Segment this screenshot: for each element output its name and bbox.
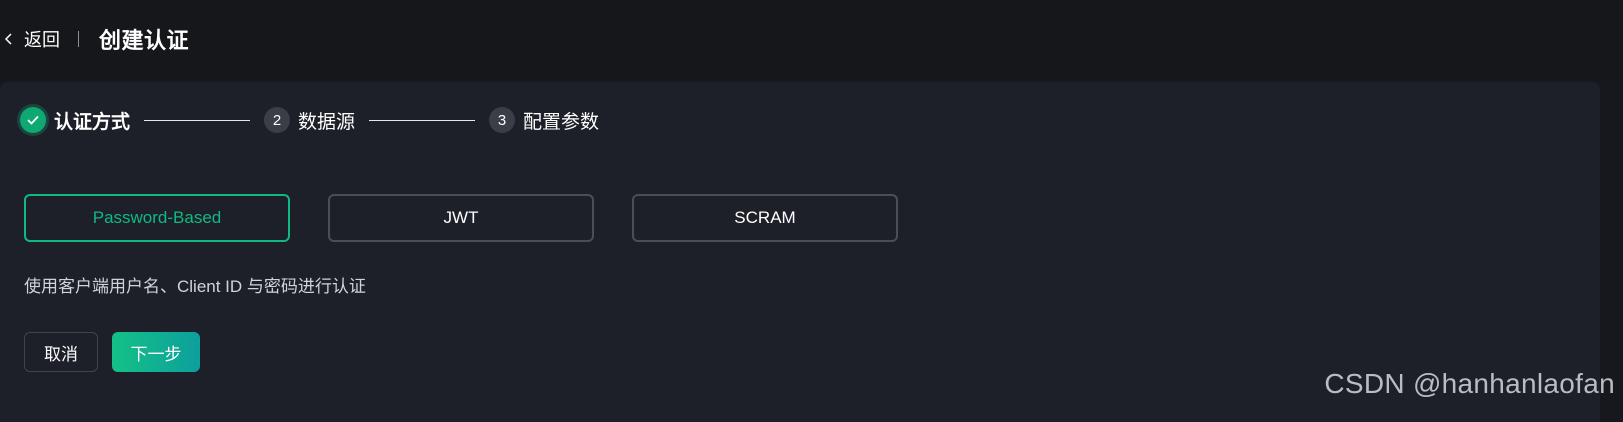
method-scram[interactable]: SCRAM [632, 194, 898, 242]
check-icon [27, 115, 39, 125]
step-auth-method: 认证方式 [20, 107, 130, 134]
back-button[interactable]: 返回 [4, 24, 60, 54]
step-number: 2 [264, 107, 291, 133]
step-label: 数据源 [298, 111, 356, 133]
page-title: 创建认证 [99, 28, 190, 53]
back-label: 返回 [24, 30, 60, 50]
step-connector [369, 119, 476, 121]
form-actions: 取消 下一步 [24, 332, 200, 372]
header-divider [78, 31, 79, 47]
top-bar: 返回 创建认证 [0, 0, 1623, 78]
step-done-indicator [20, 107, 46, 133]
chevron-left-icon [4, 33, 12, 45]
stepper: 认证方式 2 数据源 3 配置参数 [20, 104, 599, 136]
step-label: 认证方式 [54, 111, 131, 133]
step-data-source: 2 数据源 [264, 107, 355, 134]
method-description: 使用客户端用户名、Client ID 与密码进行认证 [24, 277, 366, 296]
next-button[interactable]: 下一步 [112, 332, 200, 372]
step-connector [144, 119, 251, 121]
step-config-params: 3 配置参数 [489, 107, 599, 134]
step-label: 配置参数 [523, 111, 600, 133]
step-number: 3 [489, 107, 516, 133]
method-password-based[interactable]: Password-Based [24, 194, 290, 242]
watermark: CSDN @hanhanlaofan [1324, 368, 1615, 399]
method-jwt[interactable]: JWT [328, 194, 594, 242]
cancel-button[interactable]: 取消 [24, 332, 98, 372]
auth-method-options: Password-Based JWT SCRAM [24, 194, 936, 242]
